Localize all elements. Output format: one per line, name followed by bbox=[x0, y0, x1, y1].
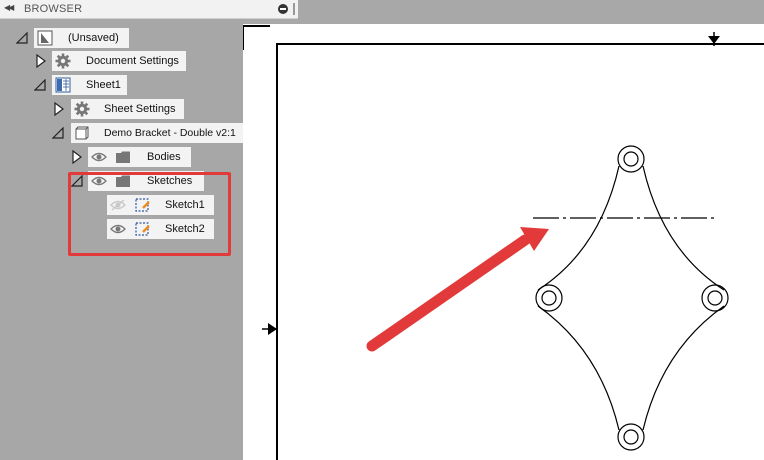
tree-node-label: (Unsaved) bbox=[68, 32, 119, 44]
tree-node-bodies[interactable]: Bodies bbox=[0, 147, 243, 167]
drawing-sheet bbox=[243, 25, 764, 460]
gear-icon bbox=[74, 101, 90, 117]
tree-node-label: Document Settings bbox=[86, 55, 179, 67]
drawing-canvas[interactable] bbox=[243, 24, 764, 460]
browser-header: ◀◀ BROWSER bbox=[0, 0, 298, 19]
expand-triangle-icon[interactable] bbox=[52, 127, 64, 139]
collapse-triangle-icon[interactable] bbox=[53, 102, 65, 116]
panel-grip[interactable] bbox=[293, 3, 295, 15]
tree-node-label: Bodies bbox=[147, 151, 181, 163]
gear-icon bbox=[55, 53, 71, 69]
callout-arrow bbox=[366, 227, 549, 352]
tree-node-label-box[interactable]: Sheet Settings bbox=[71, 99, 184, 119]
tree-node-label-box[interactable]: Demo Bracket - Double v2:1 bbox=[71, 123, 243, 143]
sheet-icon bbox=[55, 77, 71, 93]
expand-triangle-icon[interactable] bbox=[16, 32, 28, 44]
tree-node-label-box[interactable]: Document Settings bbox=[52, 51, 186, 71]
collapse-triangle-icon[interactable] bbox=[71, 150, 83, 164]
component-icon bbox=[75, 126, 89, 140]
tree-node-label: Sheet Settings bbox=[104, 103, 176, 115]
eye-icon[interactable] bbox=[91, 151, 107, 163]
tree-node-demo-bracket[interactable]: Demo Bracket - Double v2:1 bbox=[0, 123, 243, 143]
tree-node-label: Sheet1 bbox=[86, 79, 121, 91]
sheet-border bbox=[276, 43, 764, 460]
sheet-corner-mark bbox=[243, 25, 270, 50]
folder-icon bbox=[116, 151, 130, 163]
tree-node-sheet1[interactable]: Sheet1 bbox=[0, 75, 243, 95]
tree-node-sheet-settings[interactable]: Sheet Settings bbox=[0, 99, 243, 119]
document-icon bbox=[37, 30, 53, 46]
minimize-icon[interactable] bbox=[278, 4, 288, 14]
expand-triangle-icon[interactable] bbox=[34, 79, 46, 91]
tree-node-label-box[interactable]: Sheet1 bbox=[52, 75, 127, 95]
tree-node-label: Demo Bracket - Double v2:1 bbox=[104, 127, 236, 139]
collapse-panel-icon[interactable]: ◀◀ bbox=[4, 3, 14, 12]
tree-node-label-box[interactable]: Bodies bbox=[88, 147, 191, 167]
browser-panel: ◀◀ BROWSER (Unsaved) Document Settings S… bbox=[0, 0, 298, 460]
highlight-annotation-box bbox=[68, 172, 231, 256]
collapse-triangle-icon[interactable] bbox=[35, 54, 47, 68]
bracket-drawing-view bbox=[533, 145, 729, 451]
tree-node-document-settings[interactable]: Document Settings bbox=[0, 51, 243, 71]
tree-node-unsaved[interactable]: (Unsaved) bbox=[0, 28, 243, 48]
tree-node-label-box[interactable]: (Unsaved) bbox=[34, 28, 129, 48]
browser-title: BROWSER bbox=[24, 3, 83, 15]
center-arrow-left-icon bbox=[262, 323, 278, 335]
